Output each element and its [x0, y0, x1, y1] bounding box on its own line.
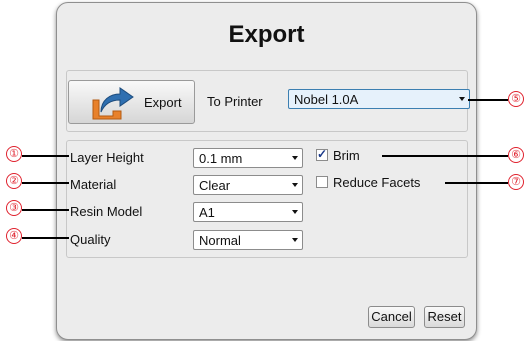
- callout-marker-3: ③: [6, 200, 22, 216]
- brim-checkbox[interactable]: ✓: [316, 147, 328, 161]
- share-arrow-icon: [92, 87, 134, 120]
- chevron-down-icon: [292, 210, 298, 214]
- printer-select[interactable]: Nobel 1.0A: [288, 89, 470, 109]
- export-button[interactable]: Export: [68, 80, 195, 124]
- layer-height-select[interactable]: 0.1 mm: [193, 148, 303, 168]
- callout-line-6: [382, 155, 508, 157]
- resin-model-select[interactable]: A1: [193, 202, 303, 222]
- resin-model-label: Resin Model: [70, 204, 143, 219]
- callout-marker-5: ⑤: [508, 91, 524, 107]
- checkmark-icon: ✓: [317, 147, 328, 161]
- callout-marker-6: ⑥: [508, 147, 524, 163]
- callout-marker-2: ②: [6, 173, 22, 189]
- chevron-down-icon: [292, 156, 298, 160]
- callout-line-2: [22, 182, 69, 184]
- dialog-title: Export: [228, 21, 305, 48]
- layer-height-value: 0.1 mm: [199, 151, 243, 166]
- callout-line-4: [22, 237, 69, 239]
- screenshot: Export Export To Printer Nobel 1.0A Laye…: [0, 0, 530, 341]
- callout-line-1: [22, 155, 69, 157]
- callout-line-7: [445, 182, 508, 184]
- material-select[interactable]: Clear: [193, 175, 303, 195]
- material-label: Material: [70, 177, 117, 192]
- reduce-facets-label: Reduce Facets: [333, 175, 421, 190]
- callout-marker-7: ⑦: [508, 174, 524, 190]
- quality-select[interactable]: Normal: [193, 230, 303, 250]
- chevron-down-icon: [459, 97, 465, 101]
- layer-height-label: Layer Height: [70, 150, 144, 165]
- brim-label: Brim: [333, 148, 360, 163]
- callout-line-5: [468, 99, 508, 101]
- callout-marker-4: ④: [6, 228, 22, 244]
- chevron-down-icon: [292, 238, 298, 242]
- callout-line-3: [22, 209, 69, 211]
- printer-select-value: Nobel 1.0A: [294, 92, 359, 107]
- reduce-facets-checkbox[interactable]: [316, 176, 328, 188]
- export-dialog: Export Export To Printer Nobel 1.0A Laye…: [56, 2, 477, 340]
- cancel-button[interactable]: Cancel: [368, 306, 415, 328]
- quality-value: Normal: [199, 233, 241, 248]
- material-value: Clear: [199, 178, 231, 193]
- quality-label: Quality: [70, 232, 111, 247]
- chevron-down-icon: [292, 183, 298, 187]
- to-printer-label: To Printer: [207, 94, 263, 109]
- export-button-label: Export: [144, 95, 182, 110]
- callout-marker-1: ①: [6, 146, 22, 162]
- resin-model-value: A1: [199, 205, 215, 220]
- reset-button[interactable]: Reset: [424, 306, 465, 328]
